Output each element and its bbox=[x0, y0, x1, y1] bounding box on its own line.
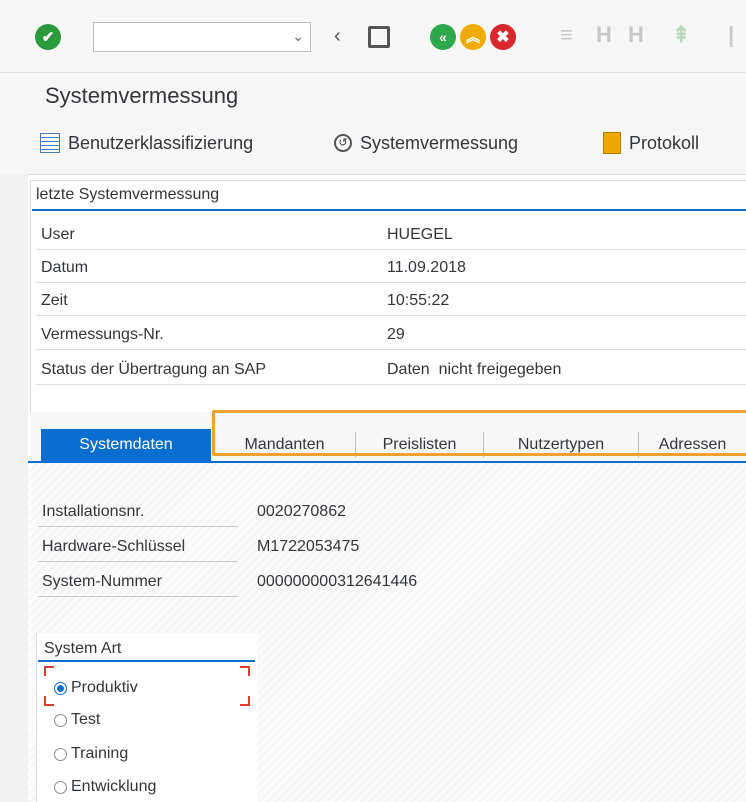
print-icon[interactable]: ≡ bbox=[560, 22, 573, 48]
radio-icon[interactable] bbox=[54, 713, 67, 727]
more-icon[interactable]: | bbox=[728, 22, 734, 48]
installationsnr-label: Installationsnr. bbox=[42, 503, 145, 520]
field-underline bbox=[38, 596, 238, 597]
datum-value: 11.09.2018 bbox=[387, 259, 466, 276]
focus-corner bbox=[240, 666, 250, 676]
protokoll-label: Protokoll bbox=[629, 132, 700, 153]
find-next-icon[interactable]: H bbox=[628, 22, 644, 48]
hardware-schluessel-label: Hardware-Schlüssel bbox=[42, 538, 186, 555]
tab-systemdaten[interactable]: Systemdaten bbox=[41, 429, 211, 461]
group-title: letzte Systemvermessung bbox=[36, 186, 220, 203]
command-field[interactable]: ⌄ bbox=[93, 22, 311, 52]
user-label: User bbox=[41, 226, 75, 243]
zeit-value: 10:55:22 bbox=[387, 292, 450, 309]
status-value: Daten nicht freigegeben bbox=[387, 361, 562, 378]
radio-training[interactable]: Training bbox=[54, 745, 128, 763]
field-underline bbox=[38, 526, 238, 527]
benutzerklassifizierung-label: Benutzerklassifizierung bbox=[68, 132, 254, 153]
page-title: Systemvermessung bbox=[45, 83, 239, 108]
radio-label: Test bbox=[71, 711, 101, 728]
left-margin bbox=[0, 174, 28, 802]
vermessungs-nr-value: 29 bbox=[387, 326, 405, 343]
back-icon[interactable]: ‹ bbox=[334, 25, 341, 48]
first-page-icon[interactable]: ⇞ bbox=[672, 22, 690, 48]
radio-selected-icon[interactable] bbox=[54, 681, 67, 695]
focus-corner bbox=[44, 666, 54, 676]
system-art-title: System Art bbox=[44, 640, 122, 657]
system-art-rule bbox=[38, 660, 255, 662]
radio-label: Produktiv bbox=[71, 679, 138, 696]
user-value: HUEGEL bbox=[387, 226, 453, 243]
execute-icon: ↺ bbox=[334, 134, 352, 152]
radio-label: Entwicklung bbox=[71, 778, 157, 795]
back-green-icon[interactable]: « bbox=[430, 24, 456, 50]
row-divider bbox=[36, 349, 746, 350]
radio-produktiv[interactable]: Produktiv bbox=[54, 679, 138, 697]
row-divider bbox=[36, 315, 746, 316]
benutzerklassifizierung-button[interactable]: Benutzerklassifizierung bbox=[40, 130, 253, 156]
radio-icon[interactable] bbox=[54, 780, 67, 794]
row-divider bbox=[36, 249, 746, 250]
group-title-rule bbox=[32, 209, 746, 211]
vermessungs-nr-label: Vermessungs-Nr. bbox=[41, 326, 164, 343]
systemvermessung-button[interactable]: ↺ Systemvermessung bbox=[334, 130, 518, 156]
radio-entwicklung[interactable]: Entwicklung bbox=[54, 778, 156, 796]
tab-highlight-frame bbox=[212, 410, 746, 456]
datum-label: Datum bbox=[41, 259, 89, 276]
installationsnr-value: 0020270862 bbox=[257, 503, 346, 520]
protokoll-button[interactable]: Protokoll bbox=[603, 130, 699, 156]
dropdown-icon[interactable]: ⌄ bbox=[292, 28, 304, 45]
find-icon[interactable]: H bbox=[596, 22, 612, 48]
check-icon[interactable]: ✔ bbox=[35, 24, 61, 50]
radio-icon[interactable] bbox=[54, 747, 67, 761]
radio-test[interactable]: Test bbox=[54, 711, 100, 729]
field-underline bbox=[38, 561, 238, 562]
zeit-label: Zeit bbox=[41, 292, 68, 309]
exit-icon[interactable]: ︽ bbox=[460, 24, 486, 50]
list-icon bbox=[40, 133, 60, 153]
hardware-schluessel-value: M1722053475 bbox=[257, 538, 360, 555]
row-divider bbox=[36, 282, 746, 283]
systemvermessung-label: Systemvermessung bbox=[360, 132, 519, 153]
log-icon bbox=[603, 132, 621, 154]
focus-corner bbox=[240, 696, 250, 706]
row-divider bbox=[36, 384, 746, 385]
status-label: Status der Übertragung an SAP bbox=[41, 361, 267, 378]
save-icon[interactable] bbox=[368, 26, 390, 48]
focus-corner bbox=[44, 696, 54, 706]
system-nummer-value: 000000000312641446 bbox=[257, 573, 418, 590]
cancel-icon[interactable]: ✖ bbox=[490, 24, 516, 50]
system-nummer-label: System-Nummer bbox=[42, 573, 163, 590]
radio-label: Training bbox=[71, 745, 129, 762]
